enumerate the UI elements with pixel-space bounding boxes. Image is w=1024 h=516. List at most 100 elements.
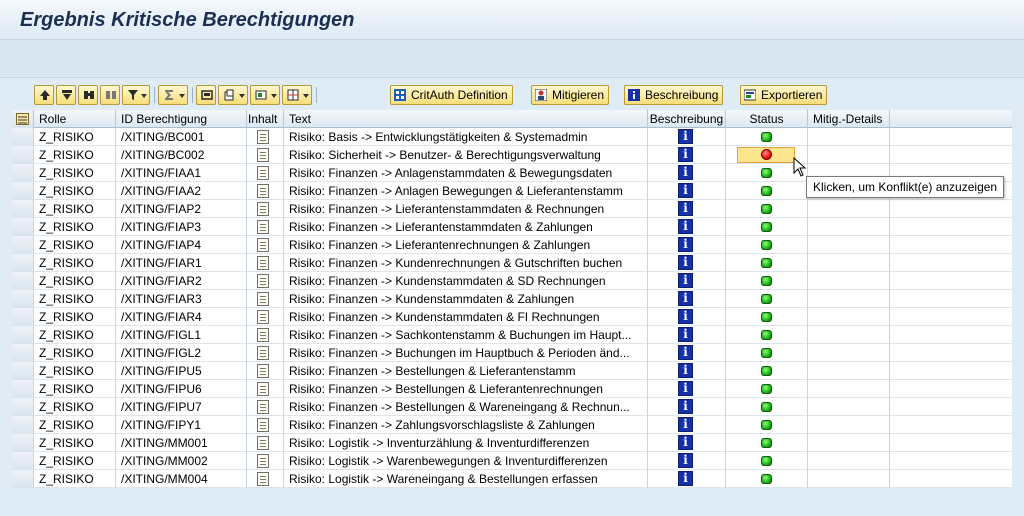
- row-selector[interactable]: [12, 128, 34, 146]
- row-selector[interactable]: [12, 290, 34, 308]
- status-green-icon[interactable]: [761, 366, 772, 376]
- document-icon[interactable]: [257, 256, 269, 270]
- mitigieren-button[interactable]: Mitigieren: [531, 85, 610, 105]
- document-icon[interactable]: [257, 292, 269, 306]
- status-green-icon[interactable]: [761, 294, 772, 304]
- column-header-text[interactable]: Text: [284, 110, 648, 128]
- status-green-icon[interactable]: [761, 258, 772, 268]
- table-row[interactable]: Z_RISIKO/XITING/MM004 Risiko: Logistik ->…: [12, 470, 1012, 488]
- critauth-definition-button[interactable]: CritAuth Definition: [390, 85, 513, 105]
- info-icon[interactable]: i: [678, 147, 693, 162]
- row-selector[interactable]: [12, 254, 34, 272]
- table-row[interactable]: Z_RISIKO/XITING/MM002 Risiko: Logistik ->…: [12, 452, 1012, 470]
- document-icon[interactable]: [257, 346, 269, 360]
- info-icon[interactable]: i: [678, 363, 693, 378]
- info-icon[interactable]: i: [678, 291, 693, 306]
- status-red-icon[interactable]: [761, 149, 772, 160]
- document-icon[interactable]: [257, 436, 269, 450]
- row-selector[interactable]: [12, 344, 34, 362]
- info-icon[interactable]: i: [678, 399, 693, 414]
- status-green-icon[interactable]: [761, 474, 772, 484]
- table-row[interactable]: Z_RISIKO/XITING/MM001 Risiko: Logistik ->…: [12, 434, 1012, 452]
- info-icon[interactable]: i: [678, 327, 693, 342]
- table-row[interactable]: Z_RISIKO/XITING/FIAP2 Risiko: Finanzen ->…: [12, 200, 1012, 218]
- table-row[interactable]: Z_RISIKO/XITING/FIPU5 Risiko: Finanzen ->…: [12, 362, 1012, 380]
- beschreibung-button[interactable]: Beschreibung: [624, 85, 724, 105]
- document-icon[interactable]: [257, 454, 269, 468]
- status-green-icon[interactable]: [761, 348, 772, 358]
- status-green-icon[interactable]: [761, 240, 772, 250]
- status-green-icon[interactable]: [761, 312, 772, 322]
- table-row[interactable]: Z_RISIKO/XITING/FIPY1 Risiko: Finanzen ->…: [12, 416, 1012, 434]
- status-green-icon[interactable]: [761, 456, 772, 466]
- table-row[interactable]: Z_RISIKO/XITING/FIAR1 Risiko: Finanzen ->…: [12, 254, 1012, 272]
- info-icon[interactable]: i: [678, 453, 693, 468]
- row-selector[interactable]: [12, 164, 34, 182]
- column-header-rolle[interactable]: Rolle: [34, 110, 116, 128]
- row-selector[interactable]: [12, 326, 34, 344]
- row-selector[interactable]: [12, 380, 34, 398]
- status-green-icon[interactable]: [761, 384, 772, 394]
- row-selector[interactable]: [12, 470, 34, 488]
- row-selector[interactable]: [12, 452, 34, 470]
- info-icon[interactable]: i: [678, 219, 693, 234]
- info-icon[interactable]: i: [678, 129, 693, 144]
- document-icon[interactable]: [257, 274, 269, 288]
- table-row[interactable]: Z_RISIKO/XITING/FIPU7 Risiko: Finanzen ->…: [12, 398, 1012, 416]
- status-green-icon[interactable]: [761, 222, 772, 232]
- info-icon[interactable]: i: [678, 417, 693, 432]
- filter-button[interactable]: [122, 85, 150, 105]
- table-row[interactable]: Z_RISIKO/XITING/BC002 Risiko: Sicherheit …: [12, 146, 1012, 164]
- document-icon[interactable]: [257, 238, 269, 252]
- document-icon[interactable]: [257, 418, 269, 432]
- status-green-icon[interactable]: [761, 204, 772, 214]
- info-icon[interactable]: i: [678, 435, 693, 450]
- row-selector[interactable]: [12, 362, 34, 380]
- column-header-inhalt[interactable]: Inhalt: [247, 110, 284, 128]
- row-selector[interactable]: [12, 182, 34, 200]
- row-selector[interactable]: [12, 200, 34, 218]
- table-row[interactable]: Z_RISIKO/XITING/FIAR2 Risiko: Finanzen ->…: [12, 272, 1012, 290]
- table-row[interactable]: Z_RISIKO/XITING/FIAP4 Risiko: Finanzen ->…: [12, 236, 1012, 254]
- status-green-icon[interactable]: [761, 402, 772, 412]
- row-selector[interactable]: [12, 236, 34, 254]
- row-selector[interactable]: [12, 308, 34, 326]
- layout-menu-button[interactable]: [250, 85, 280, 105]
- export-menu-button[interactable]: [218, 85, 248, 105]
- sum-button[interactable]: [158, 85, 188, 105]
- document-icon[interactable]: [257, 310, 269, 324]
- document-icon[interactable]: [257, 364, 269, 378]
- info-icon[interactable]: i: [678, 273, 693, 288]
- info-icon[interactable]: i: [678, 165, 693, 180]
- row-selector[interactable]: [12, 272, 34, 290]
- status-green-icon[interactable]: [761, 186, 772, 196]
- columns-menu-button[interactable]: [282, 85, 312, 105]
- document-icon[interactable]: [257, 472, 269, 486]
- info-icon[interactable]: i: [678, 345, 693, 360]
- print-button[interactable]: [196, 85, 216, 105]
- info-icon[interactable]: i: [678, 201, 693, 216]
- table-row[interactable]: Z_RISIKO/XITING/FIAR4 Risiko: Finanzen ->…: [12, 308, 1012, 326]
- status-green-icon[interactable]: [761, 276, 772, 286]
- table-row[interactable]: Z_RISIKO/XITING/FIGL1 Risiko: Finanzen ->…: [12, 326, 1012, 344]
- row-selector[interactable]: [12, 398, 34, 416]
- document-icon[interactable]: [257, 400, 269, 414]
- document-icon[interactable]: [257, 202, 269, 216]
- status-green-icon[interactable]: [761, 420, 772, 430]
- row-selector[interactable]: [12, 416, 34, 434]
- document-icon[interactable]: [257, 220, 269, 234]
- info-icon[interactable]: i: [678, 381, 693, 396]
- column-header-status[interactable]: Status: [726, 110, 808, 128]
- select-all-cell[interactable]: [12, 110, 34, 128]
- document-icon[interactable]: [257, 166, 269, 180]
- info-icon[interactable]: i: [678, 183, 693, 198]
- table-row[interactable]: Z_RISIKO/XITING/FIAR3 Risiko: Finanzen ->…: [12, 290, 1012, 308]
- row-selector[interactable]: [12, 218, 34, 236]
- column-header-id[interactable]: ID Berechtigung: [116, 110, 247, 128]
- document-icon[interactable]: [257, 148, 269, 162]
- info-icon[interactable]: i: [678, 255, 693, 270]
- exportieren-button[interactable]: Exportieren: [740, 85, 828, 105]
- document-icon[interactable]: [257, 382, 269, 396]
- find-button[interactable]: [78, 85, 98, 105]
- column-header-mitig[interactable]: Mitig.-Details: [808, 110, 890, 128]
